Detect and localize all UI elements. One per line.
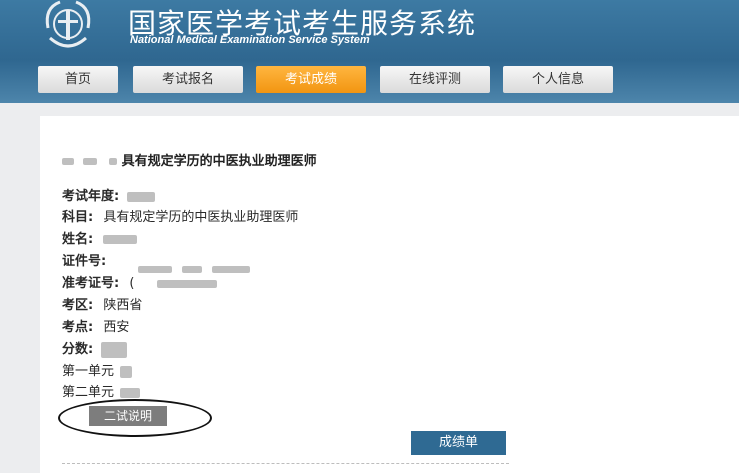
main-nav: 首页 考试报名 考试成绩 在线评测 个人信息 [0,60,739,103]
field-ticket-number: 准考证号: ( [62,275,217,293]
redacted-block [109,158,118,165]
score-label: 分数: [62,342,94,357]
subject-label: 科目: [62,210,94,225]
field-exam-year: 考试年度: [62,188,156,206]
result-heading-text: 具有规定学历的中医执业助理医师 [121,154,317,169]
exam-year-label: 考试年度: [62,189,120,204]
site-subtitle: National Medical Examination Service Sys… [130,34,370,46]
field-name: 姓名: [62,231,138,249]
redacted-value [182,266,203,273]
tab-registration[interactable]: 考试报名 [133,66,243,93]
redacted-block [82,158,97,165]
redacted-value [120,365,133,378]
redacted-block [62,158,74,165]
header-banner: 国家医学考试考生服务系统 National Medical Examinatio… [0,0,739,60]
redacted-value [101,341,128,358]
result-heading: 具有规定学历的中医执业助理医师 [62,150,317,170]
id-number-label: 证件号: [62,254,107,269]
tab-home[interactable]: 首页 [38,66,118,93]
tab-online-assessment[interactable]: 在线评测 [380,66,490,93]
field-subject: 科目: 具有规定学历的中医执业助理医师 [62,209,298,227]
field-id-number: 证件号: [62,253,106,271]
region-label: 考区: [62,298,94,313]
field-score: 分数: [62,341,128,359]
unit-two-label: 第二单元 [62,385,115,400]
exam-site-value: 西安 [103,320,130,335]
field-region: 考区: 陕西省 [62,297,142,315]
tab-personal-info[interactable]: 个人信息 [503,66,613,93]
redacted-value [103,235,138,244]
unit-one-label: 第一单元 [62,364,115,379]
redacted-value [138,266,172,273]
ticket-number-label: 准考证号: [62,276,120,291]
medical-emblem-logo [45,0,91,48]
highlight-circle [58,399,212,437]
redacted-value [120,387,141,398]
field-exam-site: 考点: 西安 [62,319,129,337]
field-unit-one: 第一单元 [62,363,133,381]
exam-site-label: 考点: [62,320,94,335]
region-value: 陕西省 [103,298,143,313]
subject-value: 具有规定学历的中医执业助理医师 [103,210,299,225]
name-label: 姓名: [62,232,94,247]
divider [62,463,509,464]
redacted-value [212,266,251,273]
ticket-number-value: ( [129,276,135,291]
redacted-value [127,191,156,202]
redacted-value [156,279,217,288]
score-sheet-button[interactable]: 成绩单 [411,431,506,455]
tab-exam-scores[interactable]: 考试成绩 [256,66,366,93]
